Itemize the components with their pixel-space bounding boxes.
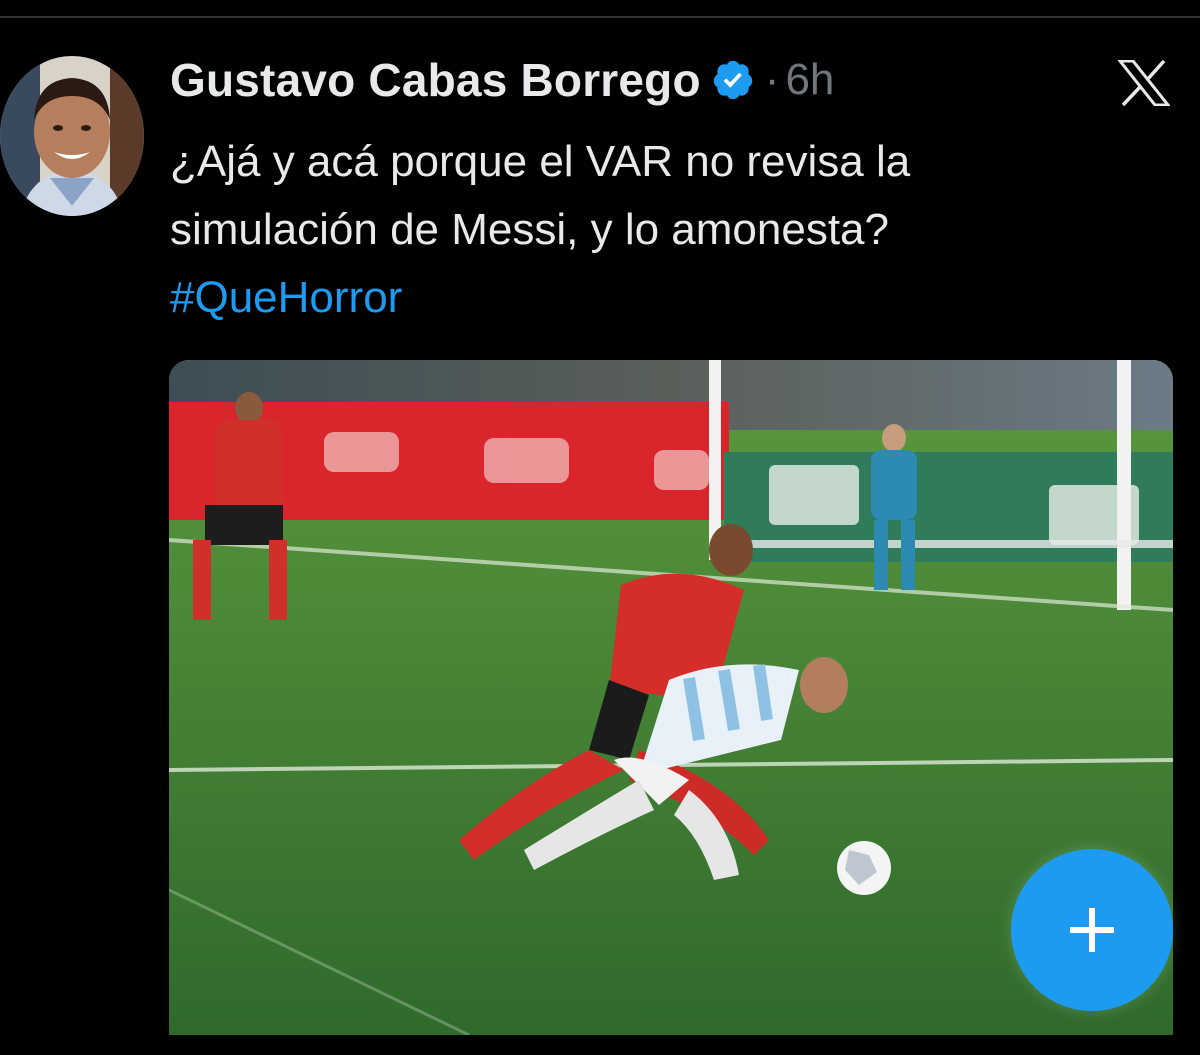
- hashtag-link[interactable]: #QueHorror: [170, 264, 1150, 332]
- author-name[interactable]: Gustavo Cabas Borrego: [170, 53, 701, 107]
- timestamp[interactable]: 6h: [785, 55, 834, 105]
- tweet-text-line: simulación de Messi, y lo amonesta?: [170, 205, 889, 254]
- top-divider: [0, 16, 1200, 18]
- compose-button[interactable]: [1011, 849, 1173, 1011]
- avatar[interactable]: [0, 56, 144, 216]
- x-logo-icon[interactable]: [1116, 59, 1172, 107]
- tweet-text-line: ¿Ajá y acá porque el VAR no revisa la: [170, 137, 911, 186]
- avatar-photo: [0, 56, 144, 216]
- tweet-text: ¿Ajá y acá porque el VAR no revisa la si…: [170, 128, 1150, 332]
- separator-dot: ·: [764, 55, 780, 104]
- plus-icon: [1070, 908, 1114, 952]
- verified-badge-icon: [711, 58, 755, 102]
- tweet-header: Gustavo Cabas Borrego · 6h: [170, 50, 834, 110]
